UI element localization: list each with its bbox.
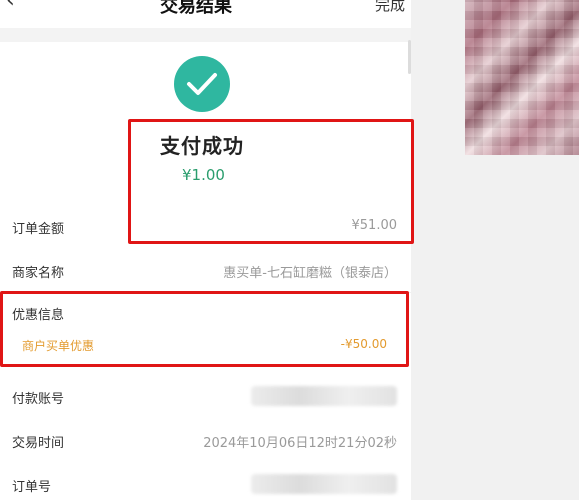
- order-amount-label: 订单金额: [12, 222, 65, 237]
- order-number-value-redacted: [251, 474, 397, 494]
- pixelated-image: [465, 0, 579, 155]
- highlight-box-promotion: [0, 291, 409, 367]
- payment-account-value-redacted: [251, 386, 397, 406]
- check-circle-icon: [174, 56, 230, 112]
- order-number-label: 订单号: [12, 480, 52, 495]
- chevron-left-icon[interactable]: ‹: [6, 0, 20, 12]
- transaction-result-screen: ‹ 交易结果 完成 支付成功 ¥1.00 订单金额 ¥51.00 商家名称 惠买…: [0, 0, 411, 500]
- merchant-name-row: 商家名称 惠买单-七石缸磨糍（银泰店）: [0, 250, 411, 294]
- merchant-name-value: 惠买单-七石缸磨糍（银泰店）: [223, 266, 397, 281]
- transaction-time-value: 2024年10月06日12时21分02秒: [203, 436, 397, 451]
- header-divider: [0, 28, 411, 42]
- order-number-row: 订单号: [0, 464, 411, 500]
- page-title: 交易结果: [160, 0, 232, 17]
- done-button[interactable]: 完成: [375, 0, 405, 15]
- highlight-box-payment: [128, 119, 414, 244]
- payment-account-row: 付款账号: [0, 376, 411, 420]
- transaction-time-row: 交易时间 2024年10月06日12时21分02秒: [0, 420, 411, 464]
- transaction-time-label: 交易时间: [12, 436, 65, 451]
- top-bar: ‹ 交易结果 完成: [0, 0, 411, 28]
- merchant-name-label: 商家名称: [12, 266, 65, 281]
- payment-account-label: 付款账号: [12, 392, 65, 407]
